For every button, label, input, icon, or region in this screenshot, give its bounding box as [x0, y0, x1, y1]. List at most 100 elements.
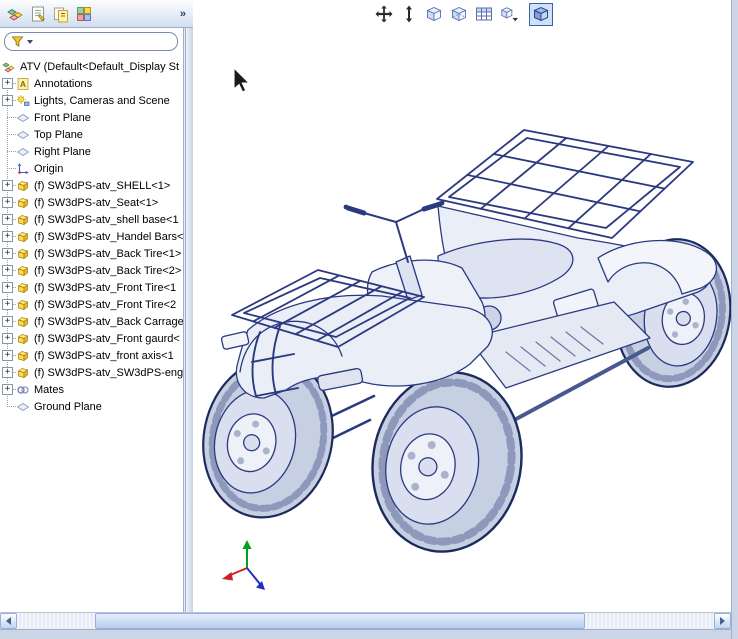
section-view-button[interactable]: [472, 3, 496, 26]
tree-item-label: Top Plane: [34, 129, 83, 141]
annotations-icon: A: [16, 77, 31, 91]
expand-toggle[interactable]: +: [2, 197, 13, 208]
expand-toggle[interactable]: +: [2, 214, 13, 225]
zoom-button[interactable]: [397, 3, 421, 26]
tree-item-label: Annotations: [34, 78, 92, 90]
view-toolbar: [372, 2, 553, 26]
orientation-triad: [222, 540, 265, 590]
tree-item[interactable]: + (f) SW3dPS-atv_SHELL<1>: [0, 177, 183, 194]
tree-item[interactable]: +(f) SW3dPS-atv_Front Tire<2: [0, 296, 183, 313]
standard-views-dropdown-button[interactable]: [497, 3, 521, 26]
tree-item[interactable]: + (f) SW3dPS-atv_Back Carrage: [0, 313, 183, 330]
solidworks-window: » ATV (Default<Default_Display St+AAnnot…: [0, 0, 738, 639]
expand-toggle[interactable]: +: [2, 367, 13, 378]
filter-funnel-icon: [11, 35, 24, 48]
tree-item-label: (f) SW3dPS-atv_Front gaurd<: [34, 333, 180, 345]
tree-item[interactable]: ATV (Default<Default_Display St: [0, 58, 183, 75]
tree-item[interactable]: + (f) SW3dPS-atv_SW3dPS-eng: [0, 364, 183, 381]
pan-button[interactable]: [372, 3, 396, 26]
tree-item[interactable]: Ground Plane: [0, 398, 183, 415]
dimxpertmanager-tab-button[interactable]: [72, 2, 95, 25]
toolbar-overflow-chevron[interactable]: »: [180, 8, 189, 20]
tree-item[interactable]: +(f) SW3dPS-atv_Seat<1>: [0, 194, 183, 211]
expand-toggle[interactable]: +: [2, 333, 13, 344]
hidden-lines-button[interactable]: [447, 3, 471, 26]
scroll-right-button[interactable]: [714, 613, 731, 629]
tree-item-label: Lights, Cameras and Scene: [34, 95, 170, 107]
window-bottom-edge: [0, 629, 731, 639]
atv-model[interactable]: [193, 0, 731, 612]
expand-toggle[interactable]: +: [2, 316, 13, 327]
hidden-lines-cube-icon: [449, 4, 469, 24]
panel-splitter[interactable]: [185, 28, 193, 612]
part-icon: [16, 247, 31, 261]
tree-item[interactable]: Top Plane: [0, 126, 183, 143]
tree-item[interactable]: + (f) SW3dPS-atv_front axis<1: [0, 347, 183, 364]
expand-toggle[interactable]: +: [2, 299, 13, 310]
scrollbar-thumb[interactable]: [95, 613, 585, 629]
expand-toggle[interactable]: +: [2, 248, 13, 259]
shaded-with-edges-icon: [531, 4, 551, 24]
tree-item[interactable]: + Lights, Cameras and Scene: [0, 92, 183, 109]
tree-item[interactable]: + (f) SW3dPS-atv_Front Tire<1: [0, 279, 183, 296]
tree-item-label: (f) SW3dPS-atv_SHELL<1>: [34, 180, 170, 192]
expand-toggle[interactable]: +: [2, 384, 13, 395]
expand-toggle[interactable]: +: [2, 180, 13, 191]
panel-tab-toolbar: »: [0, 0, 193, 28]
tree-item[interactable]: + (f) SW3dPS-atv_Back Tire<1>: [0, 245, 183, 262]
expand-toggle[interactable]: +: [2, 78, 13, 89]
plane-icon: [16, 145, 31, 159]
tree-item[interactable]: Right Plane: [0, 143, 183, 160]
lights-icon: [16, 94, 31, 108]
tree-item[interactable]: +(f) SW3dPS-atv_Back Tire<2>: [0, 262, 183, 279]
scroll-left-button[interactable]: [0, 613, 17, 629]
view-orientation-dropdown-icon: [499, 4, 519, 24]
filter-bar[interactable]: [4, 32, 178, 51]
expand-toggle[interactable]: +: [2, 95, 13, 106]
window-right-edge: [731, 0, 738, 639]
expand-toggle[interactable]: +: [2, 350, 13, 361]
part-icon: [16, 281, 31, 295]
tree-item-label: (f) SW3dPS-atv_Back Tire<1>: [34, 248, 181, 260]
assembly-icon: [2, 60, 17, 74]
mates-icon: [16, 383, 31, 397]
horizontal-scrollbar: [0, 612, 731, 629]
mouse-cursor: [234, 68, 249, 92]
part-icon: [16, 315, 31, 329]
tree-item-label: (f) SW3dPS-atv_front axis<1: [34, 350, 174, 362]
dimxpertmanager-tab-icon: [75, 5, 93, 23]
expand-toggle[interactable]: +: [2, 282, 13, 293]
featuremanager-tab-button[interactable]: [3, 2, 26, 25]
model-rear-left-tire[interactable]: [358, 361, 535, 564]
shaded-with-edges-button[interactable]: [529, 3, 553, 26]
graphics-viewport[interactable]: [193, 0, 731, 612]
tree-item-label: (f) SW3dPS-atv_SW3dPS-eng: [34, 367, 183, 379]
expand-toggle[interactable]: +: [2, 231, 13, 242]
tree-item-label: Front Plane: [34, 112, 91, 124]
tree-item-label: Ground Plane: [34, 401, 102, 413]
tree-item[interactable]: +Mates: [0, 381, 183, 398]
feature-tree: ATV (Default<Default_Display St+AAnnotat…: [0, 58, 183, 612]
tree-item-label: (f) SW3dPS-atv_Front Tire<1: [34, 282, 176, 294]
tree-item[interactable]: +AAnnotations: [0, 75, 183, 92]
tree-item[interactable]: Front Plane: [0, 109, 183, 126]
configurationmanager-tab-icon: [52, 5, 70, 23]
zoom-arrows-icon: [399, 4, 419, 24]
caret-down-icon: [27, 40, 33, 44]
tree-item[interactable]: + (f) SW3dPS-atv_shell base<1: [0, 211, 183, 228]
propertymanager-tab-button[interactable]: [26, 2, 49, 25]
tree-item-label: Right Plane: [34, 146, 91, 158]
tree-item-label: ATV (Default<Default_Display St: [20, 61, 179, 73]
tree-item[interactable]: +(f) SW3dPS-atv_Handel Bars<: [0, 228, 183, 245]
tree-item-label: (f) SW3dPS-atv_Back Carrage: [34, 316, 183, 328]
part-icon: [16, 213, 31, 227]
scrollbar-track[interactable]: [17, 613, 714, 629]
configurationmanager-tab-button[interactable]: [49, 2, 72, 25]
part-icon: [16, 298, 31, 312]
model-handlebars[interactable]: [344, 201, 445, 262]
tree-item[interactable]: Origin: [0, 160, 183, 177]
expand-toggle[interactable]: +: [2, 265, 13, 276]
tree-item[interactable]: + (f) SW3dPS-atv_Front gaurd<: [0, 330, 183, 347]
tree-item-label: (f) SW3dPS-atv_shell base<1: [34, 214, 179, 226]
view-orientation-button[interactable]: [422, 3, 446, 26]
